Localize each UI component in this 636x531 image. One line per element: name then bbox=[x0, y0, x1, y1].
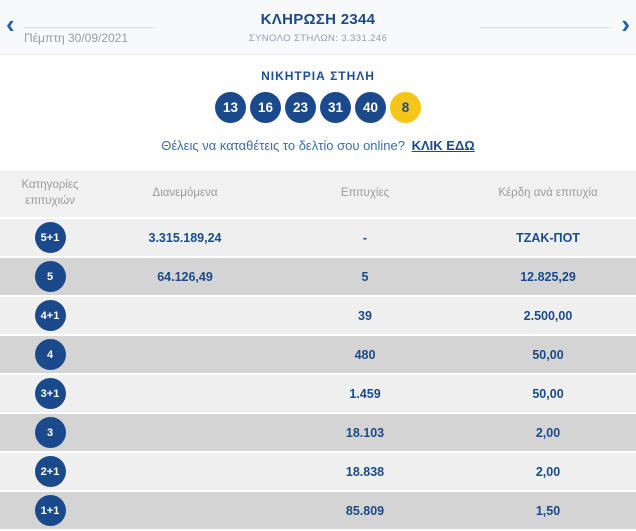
prize-cell: 2,00 bbox=[535, 464, 561, 479]
table-row: 3 18.103 2,00 bbox=[0, 414, 636, 451]
category-badge: 4 bbox=[34, 339, 66, 370]
prize-cell: ΤΖΑΚ-ΠΟΤ bbox=[516, 230, 580, 245]
table-row: 5+1 3.315.189,24 - ΤΖΑΚ-ΠΟΤ bbox=[0, 219, 636, 256]
prize-cell: 50,00 bbox=[532, 386, 564, 401]
header-category: Κατηγορίες επιτυχιών bbox=[21, 179, 79, 207]
winning-number-ball: 40 bbox=[355, 92, 386, 123]
winning-number-ball: 31 bbox=[320, 92, 351, 123]
header-prize: Κέρδη ανά επιτυχία bbox=[498, 187, 598, 200]
nav-divider-right bbox=[480, 27, 610, 28]
prize-cell: 2,00 bbox=[535, 425, 561, 440]
winners-cell: 85.809 bbox=[345, 503, 385, 518]
winning-number-ball: 23 bbox=[285, 92, 316, 123]
draw-nav: ‹ Πέμπτη 30/09/2021 ΚΛΗΡΩΣΗ 2344 ΣΥΝΟΛΟ … bbox=[0, 0, 636, 55]
category-badge: 2+1 bbox=[34, 456, 66, 487]
play-online-cta: Θέλεις να καταθέτεις το δελτίο σου onlin… bbox=[0, 138, 636, 153]
header-distributed: Διανεμόμενα bbox=[152, 187, 218, 200]
joker-draw-results-page: { "colors": { "brand_blue": "#1b4a8c", "… bbox=[0, 0, 636, 531]
winners-cell: - bbox=[362, 230, 368, 245]
category-badge: 3 bbox=[34, 417, 66, 448]
results-table: Κατηγορίες επιτυχιών Διανεμόμενα Επιτυχί… bbox=[0, 171, 636, 529]
winners-cell: 1.459 bbox=[349, 386, 381, 401]
draw-total-columns: ΣΥΝΟΛΟ ΣΤΗΛΩΝ: 3.331.246 bbox=[248, 33, 388, 44]
distributed-cell: 3.315.189,24 bbox=[148, 230, 222, 245]
table-row: 4+1 39 2.500,00 bbox=[0, 297, 636, 334]
table-row: 4 480 50,00 bbox=[0, 336, 636, 373]
category-badge: 3+1 bbox=[34, 378, 66, 409]
table-row: 3+1 1.459 50,00 bbox=[0, 375, 636, 412]
winning-number-ball: 13 bbox=[215, 92, 246, 123]
prize-cell: 1,50 bbox=[535, 503, 561, 518]
joker-number-ball: 8 bbox=[390, 92, 421, 123]
play-online-text: Θέλεις να καταθέτεις το δελτίο σου onlin… bbox=[161, 138, 405, 153]
prize-cell: 2.500,00 bbox=[523, 308, 573, 323]
winning-number-ball: 16 bbox=[250, 92, 281, 123]
click-here-link[interactable]: ΚΛΙΚ ΕΔΩ bbox=[412, 138, 475, 153]
header-winners: Επιτυχίες bbox=[340, 187, 390, 200]
category-badge: 4+1 bbox=[34, 300, 66, 331]
draw-title: ΚΛΗΡΩΣΗ 2344 bbox=[260, 11, 376, 28]
prize-cell: 12.825,29 bbox=[520, 269, 576, 284]
table-row: 2+1 18.838 2,00 bbox=[0, 453, 636, 490]
table-row: 1+1 85.809 1,50 bbox=[0, 492, 636, 529]
winning-column-section: ΝΙΚΗΤΡΙΑ ΣΤΗΛΗ 13 16 23 31 40 8 Θέλεις ν… bbox=[0, 55, 636, 153]
winners-cell: 18.103 bbox=[345, 425, 385, 440]
table-header-row: Κατηγορίες επιτυχιών Διανεμόμενα Επιτυχί… bbox=[0, 171, 636, 217]
table-row: 5 64.126,49 5 12.825,29 bbox=[0, 258, 636, 295]
category-badge: 5+1 bbox=[34, 222, 66, 253]
winners-cell: 5 bbox=[361, 269, 369, 284]
winners-cell: 39 bbox=[358, 308, 372, 323]
winning-column-title: ΝΙΚΗΤΡΙΑ ΣΤΗΛΗ bbox=[261, 69, 375, 83]
winners-cell: 480 bbox=[354, 347, 376, 362]
winners-cell: 18.838 bbox=[345, 464, 385, 479]
winning-numbers: 13 16 23 31 40 8 bbox=[0, 92, 636, 123]
prize-cell: 50,00 bbox=[532, 347, 564, 362]
category-badge: 5 bbox=[34, 261, 66, 292]
category-badge: 1+1 bbox=[34, 495, 66, 526]
chevron-right-icon[interactable]: › bbox=[621, 11, 630, 37]
distributed-cell: 64.126,49 bbox=[157, 269, 213, 284]
